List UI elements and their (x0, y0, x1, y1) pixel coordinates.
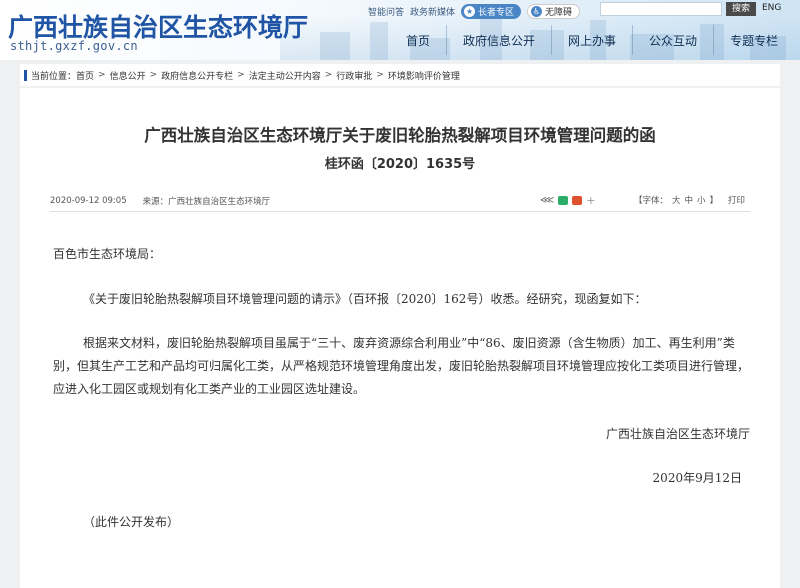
signature: 广西壮族自治区生态环境厅 (605, 427, 750, 441)
breadcrumb-prefix: 当前位置： (31, 71, 77, 82)
document-number: 桂环函〔2020〕1635号 (324, 157, 476, 172)
font-size-label: 【字体： (634, 196, 669, 206)
accessibility-label: 无障碍 (545, 7, 573, 18)
elder-zone-button[interactable]: ★ 长者专区 (461, 3, 522, 19)
breadcrumb-separator: > (324, 70, 333, 80)
publish-date: 2020-09-12 09:05 (50, 196, 127, 206)
nav-online-services[interactable]: 网上办事 (551, 25, 632, 55)
breadcrumb-separator: > (376, 70, 384, 80)
site-domain: sthjt.gxzf.gov.cn (10, 39, 138, 53)
signature-date: 2020年9月12日 (652, 471, 742, 485)
elder-icon: ★ (464, 5, 476, 17)
breadcrumb-gov-info-column[interactable]: 政府信息公开专栏 (161, 69, 233, 82)
font-size-close: 】 (709, 196, 719, 206)
smart-qa-link[interactable]: 智能问答 (368, 5, 404, 18)
article-title: 广西壮族自治区生态环境厅关于废旧轮胎热裂解项目环境管理问题的函 (144, 126, 656, 145)
top-links: 智能问答 政务新媒体 ★ 长者专区 ♿ 无障碍 (368, 3, 586, 19)
accessibility-icon: ♿ (531, 5, 543, 17)
breadcrumb-separator: > (149, 70, 158, 80)
share-more-icon[interactable]: + (586, 194, 595, 207)
weibo-icon[interactable] (572, 196, 583, 205)
font-size-large[interactable]: 大 (672, 194, 681, 206)
search-button[interactable]: 搜索 (726, 2, 756, 16)
breadcrumb-separator: > (237, 70, 245, 80)
breadcrumb-marker (24, 69, 27, 81)
site-header: 广西壮族自治区生态环境厅 sthjt.gxzf.gov.cn 智能问答 政务新媒… (0, 0, 800, 60)
meta-divider (50, 211, 750, 212)
article-meta: 2020-09-12 09:05 来源：广西壮族自治区生态环境厅 ⋘ + 【字体… (50, 192, 750, 210)
main-nav: 首页 政府信息公开 网上办事 公众互动 专题专栏 (386, 25, 794, 55)
publication-notice: （此件公开发布） (83, 515, 180, 529)
search-input[interactable] (600, 2, 722, 16)
elder-zone-label: 长者专区 (478, 7, 515, 18)
font-size-small[interactable]: 小 (697, 194, 706, 206)
nav-public-interaction[interactable]: 公众互动 (632, 25, 713, 55)
font-size-control: 【字体： 大 中 小 】 (634, 194, 722, 206)
new-media-link[interactable]: 政务新媒体 (410, 5, 455, 18)
paragraph-2: 根据来文材料，废旧轮胎热裂解项目虽属于“三十、废弃资源综合利用业”中“86、废旧… (53, 336, 750, 396)
font-size-medium[interactable]: 中 (685, 194, 694, 206)
breadcrumb-info-disclosure[interactable]: 信息公开 (110, 69, 146, 82)
nav-home[interactable]: 首页 (386, 25, 446, 55)
share-bar: ⋘ + (540, 194, 599, 207)
english-link[interactable]: ENG (762, 3, 781, 13)
nav-special-topics[interactable]: 专题专栏 (713, 25, 794, 55)
print-button[interactable]: 打印 (728, 194, 745, 206)
breadcrumb-home[interactable]: 首页 (76, 69, 94, 82)
share-icon[interactable]: ⋘ (540, 195, 554, 206)
breadcrumb-separator: > (98, 70, 106, 80)
article-source: 来源：广西壮族自治区生态环境厅 (142, 197, 271, 207)
wechat-icon[interactable] (558, 196, 569, 205)
accessibility-button[interactable]: ♿ 无障碍 (527, 3, 581, 19)
breadcrumb: 当前位置： 首页 > 信息公开 > 政府信息公开专栏 > 法定主动公开内容 > … (20, 64, 780, 86)
breadcrumb-eia-management[interactable]: 环境影响评价管理 (388, 69, 460, 82)
breadcrumb-admin-approval[interactable]: 行政审批 (336, 69, 372, 82)
greeting: 百色市生态环境局： (53, 247, 162, 261)
breadcrumb-statutory-content[interactable]: 法定主动公开内容 (249, 69, 321, 82)
paragraph-1: 《关于废旧轮胎热裂解项目环境管理问题的请示》（百环报〔2020〕162号）收悉。… (83, 292, 647, 306)
nav-gov-info[interactable]: 政府信息公开 (446, 25, 551, 55)
article-panel: 广西壮族自治区生态环境厅关于废旧轮胎热裂解项目环境管理问题的函 桂环函〔2020… (20, 88, 780, 588)
